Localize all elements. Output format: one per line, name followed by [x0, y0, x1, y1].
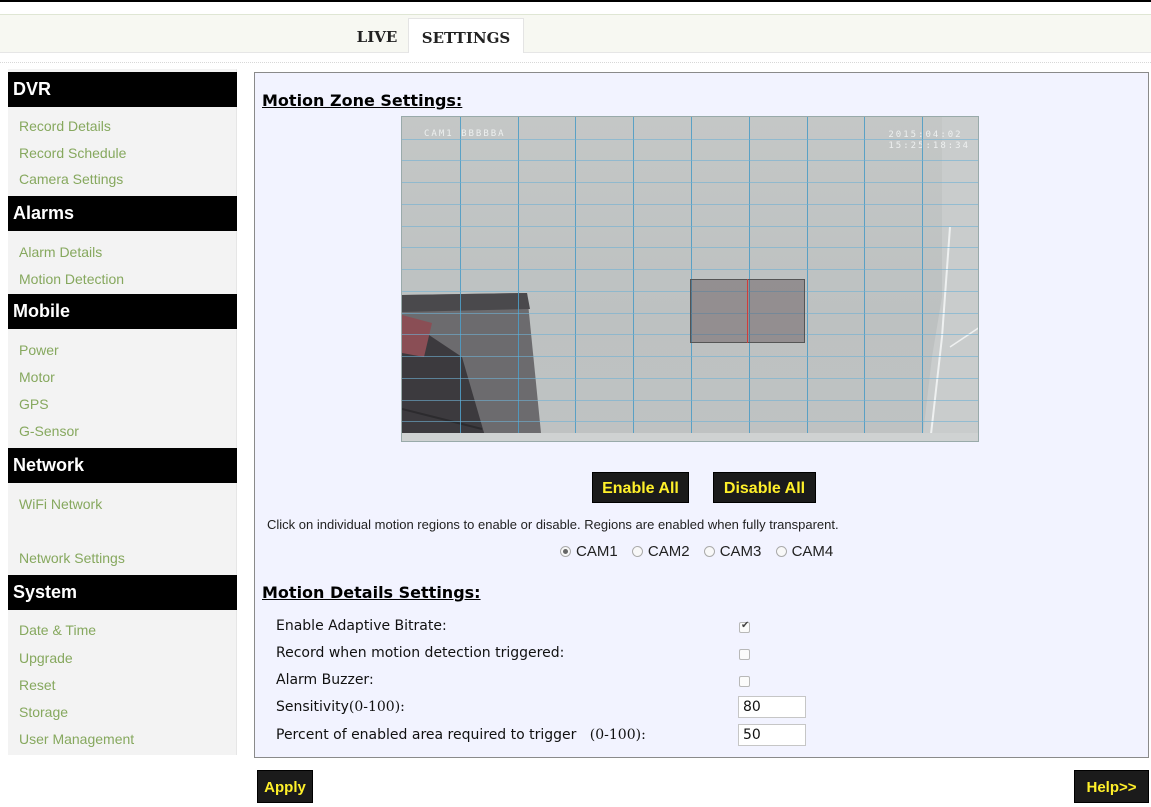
motion-zone-camera-view[interactable]: CAM1 BBBBBA 2015:04:02 15:25:18:34: [401, 116, 979, 442]
cam2-radio[interactable]: [631, 546, 643, 557]
motion-details-title: Motion Details Settings:: [262, 583, 481, 602]
sidebar-item-motion-detection[interactable]: Motion Detection: [19, 271, 124, 287]
percent-area-range: (0-100):: [589, 727, 646, 743]
grid-line-vertical: [460, 117, 461, 441]
record-on-motion-label: Record when motion detection triggered:: [276, 645, 565, 661]
help-button[interactable]: Help>>: [1074, 770, 1149, 803]
grid-line-vertical: [807, 117, 808, 441]
percent-area-input[interactable]: 50: [738, 724, 806, 746]
tab-live[interactable]: LIVE: [342, 18, 412, 53]
grid-line-horizontal: [402, 356, 978, 357]
grid-line-vertical: [633, 117, 634, 441]
disable-all-button[interactable]: Disable All: [713, 472, 816, 503]
camera-overlay-time: 15:25:18:34: [888, 141, 970, 151]
grid-line-horizontal: [402, 400, 978, 401]
tab-settings[interactable]: SETTINGS: [408, 18, 524, 53]
sidebar-item-alarm-details[interactable]: Alarm Details: [19, 244, 102, 260]
sidebar-header-system: System: [8, 575, 237, 610]
sidebar-header-alarms: Alarms: [8, 196, 237, 231]
sensitivity-input[interactable]: 80: [738, 696, 806, 718]
grid-line-horizontal: [402, 160, 978, 161]
sidebar-header-network: Network: [8, 448, 237, 483]
sidebar-item-motor[interactable]: Motor: [19, 369, 55, 385]
cam4-radio[interactable]: [775, 546, 787, 557]
grid-line-vertical: [864, 117, 865, 441]
camera-overlay-label: CAM1 BBBBBA: [424, 129, 506, 139]
sidebar: DVR Record Details Record Schedule Camer…: [8, 69, 237, 755]
cam4-label: CAM4: [791, 543, 834, 560]
grid-line-horizontal: [402, 204, 978, 205]
motion-region-marker: [747, 279, 748, 343]
cam1-radio[interactable]: [560, 546, 571, 557]
alarm-buzzer-label: Alarm Buzzer:: [276, 672, 374, 688]
grid-line-horizontal: [402, 182, 978, 183]
sidebar-item-upgrade[interactable]: Upgrade: [19, 650, 73, 666]
sidebar-item-storage[interactable]: Storage: [19, 704, 68, 720]
sidebar-header-dvr: DVR: [8, 72, 237, 107]
enable-all-button[interactable]: Enable All: [592, 472, 689, 503]
sidebar-item-g-sensor[interactable]: G-Sensor: [19, 423, 79, 439]
alarm-buzzer-checkbox[interactable]: [739, 676, 750, 687]
apply-button[interactable]: Apply: [257, 770, 313, 803]
sensitivity-range: (0-100):: [348, 699, 405, 715]
camera-selector: CAM1 CAM2 CAM3 CAM4: [550, 543, 833, 560]
sidebar-header-mobile: Mobile: [8, 294, 237, 329]
grid-line-horizontal: [402, 421, 978, 422]
adaptive-bitrate-label: Enable Adaptive Bitrate:: [276, 618, 447, 634]
grid-line-vertical: [575, 117, 576, 441]
camera-bottom-strip: [402, 433, 978, 441]
sidebar-item-network-settings[interactable]: Network Settings: [19, 550, 125, 566]
record-on-motion-checkbox[interactable]: [739, 649, 750, 660]
grid-line-horizontal: [402, 247, 978, 248]
motion-zone-title: Motion Zone Settings:: [262, 91, 463, 110]
grid-line-vertical: [518, 117, 519, 441]
cam1-label: CAM1: [576, 543, 618, 560]
sidebar-item-wifi-network[interactable]: WiFi Network: [19, 496, 102, 512]
top-nav-bar: [0, 14, 1151, 53]
sidebar-item-gps[interactable]: GPS: [19, 396, 49, 412]
sidebar-item-record-details[interactable]: Record Details: [19, 118, 111, 134]
percent-area-label: Percent of enabled area required to trig…: [276, 727, 646, 743]
sidebar-item-power[interactable]: Power: [19, 342, 59, 358]
nav-divider: [0, 62, 1151, 63]
sensitivity-label-text: Sensitivity: [276, 699, 349, 715]
grid-line-horizontal: [402, 269, 978, 270]
cam2-label: CAM2: [647, 543, 690, 560]
grid-line-vertical: [922, 117, 923, 441]
cam3-label: CAM3: [719, 543, 762, 560]
motion-hint-text: Click on individual motion regions to en…: [267, 517, 839, 532]
grid-line-horizontal: [402, 226, 978, 227]
camera-overlay-timestamp: 2015:04:02 15:25:18:34: [888, 130, 970, 152]
sidebar-item-camera-settings[interactable]: Camera Settings: [19, 171, 123, 187]
sidebar-item-reset[interactable]: Reset: [19, 677, 56, 693]
percent-area-label-text: Percent of enabled area required to trig…: [276, 727, 577, 743]
top-rule: [0, 0, 1151, 2]
adaptive-bitrate-checkbox[interactable]: [739, 620, 750, 633]
sensitivity-label: Sensitivity(0-100):: [276, 699, 405, 715]
cam3-radio[interactable]: [703, 546, 715, 557]
sidebar-item-date-time[interactable]: Date & Time: [19, 622, 96, 638]
sidebar-item-record-schedule[interactable]: Record Schedule: [19, 145, 126, 161]
sidebar-item-user-management[interactable]: User Management: [19, 731, 134, 747]
grid-line-horizontal: [402, 378, 978, 379]
grid-line-horizontal: [402, 139, 978, 140]
